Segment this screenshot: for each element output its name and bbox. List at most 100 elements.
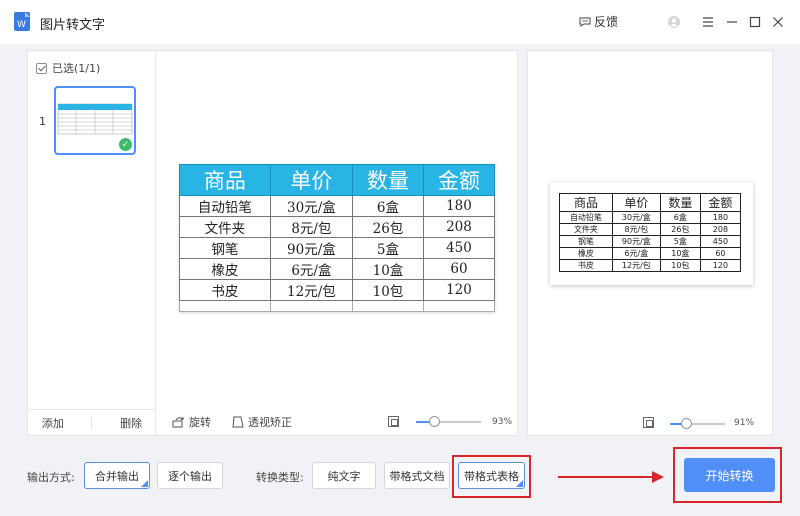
select-all-label: 已选(1/1) [52, 62, 101, 75]
plain-text-button[interactable]: 纯文字 [312, 462, 376, 489]
output-mode-label: 输出方式: [27, 471, 75, 484]
table-cell: 120 [422, 279, 496, 301]
minimize-icon[interactable] [724, 14, 740, 30]
result-table: 商品 单价 数量 金额 自动铅笔 30元/盒 6盒 180 文件夹 8元/包 26包 208 钢… [559, 193, 742, 272]
perspective-correct-button[interactable]: 透视矫正 [232, 414, 292, 430]
table-cell: 5盒 [659, 235, 701, 248]
separate-output-button[interactable]: 逐个输出 [157, 462, 223, 489]
menu-icon[interactable] [700, 14, 716, 30]
header-cell: 数量 [659, 193, 701, 212]
table-cell: 12元/包 [269, 279, 353, 301]
table-cell: 450 [422, 237, 496, 259]
fit-screen-icon[interactable] [388, 416, 399, 427]
zoom-slider[interactable] [416, 416, 481, 427]
table-cell: 橡皮 [559, 247, 613, 260]
table-cell: 6元/盒 [611, 247, 661, 260]
header-cell: 金额 [699, 193, 742, 212]
feedback-icon [579, 17, 591, 27]
thumbnail-list: 已选(1/1) 1 ✓ 添加 删除 [28, 51, 156, 435]
header-cell: 商品 [179, 164, 271, 196]
empty-cell [269, 300, 353, 312]
table-cell: 10盒 [659, 247, 701, 260]
close-icon[interactable] [770, 14, 786, 30]
table-row: 钢笔 90元/盒 5盒 450 [179, 237, 496, 259]
perspective-label: 透视矫正 [248, 416, 292, 429]
highlight-frame [452, 455, 531, 498]
table-cell: 26包 [659, 223, 701, 236]
perspective-icon [232, 416, 244, 428]
table-row: 文件夹 8元/包 26包 208 [559, 223, 742, 236]
header-cell: 单价 [611, 193, 661, 212]
source-image-table: 商品 单价 数量 金额 自动铅笔 30元/盒 6盒 180 文件夹 8元/包 26包 208 钢… [179, 164, 496, 312]
table-cell: 120 [699, 259, 742, 272]
feedback-button[interactable]: 反馈 [579, 13, 618, 30]
thumb-index: 1 [39, 115, 46, 128]
table-cell: 书皮 [559, 259, 613, 272]
table-row: 文件夹 8元/包 26包 208 [179, 216, 496, 238]
result-preview: 商品 单价 数量 金额 自动铅笔 30元/盒 6盒 180 文件夹 8元/包 26包 208 钢… [550, 182, 753, 285]
table-cell: 文件夹 [179, 216, 271, 238]
rotate-button[interactable]: 旋转 [172, 414, 211, 430]
table-cell: 书皮 [179, 279, 271, 301]
arrow-head [652, 471, 664, 483]
convert-type-label: 转换类型: [256, 471, 304, 484]
add-button[interactable]: 添加 [42, 415, 64, 431]
table-row: 书皮 12元/包 10包 120 [179, 279, 496, 301]
table-cell: 自动铅笔 [179, 195, 271, 217]
zoom-value: 93% [492, 417, 513, 427]
empty-cell [422, 300, 496, 312]
table-cell: 26包 [351, 216, 424, 238]
select-all-checkbox[interactable]: 已选(1/1) [36, 60, 100, 76]
thumb-actions: 添加 删除 [28, 409, 156, 435]
delete-button[interactable]: 删除 [120, 415, 142, 431]
table-cell: 8元/包 [269, 216, 353, 238]
table-cell: 6盒 [351, 195, 424, 217]
divider [91, 416, 93, 429]
table-header-row: 商品 单价 数量 金额 [179, 164, 496, 196]
table-row: 书皮 12元/包 10包 120 [559, 259, 742, 272]
empty-cell [351, 300, 424, 312]
start-convert-button[interactable]: 开始转换 [684, 458, 775, 492]
formatted-doc-button[interactable]: 带格式文档 [384, 462, 450, 489]
table-cell: 180 [699, 211, 742, 224]
table-cell: 钢笔 [179, 237, 271, 259]
table-cell: 10包 [659, 259, 701, 272]
rotate-label: 旋转 [189, 416, 211, 429]
table-cell: 450 [699, 235, 742, 248]
table-cell: 钢笔 [559, 235, 613, 248]
maximize-icon[interactable] [747, 14, 763, 30]
header-cell: 单价 [269, 164, 353, 196]
table-row: 橡皮 6元/盒 10盒 60 [179, 258, 496, 280]
fit-screen-icon[interactable] [643, 417, 654, 428]
thumbnail-item[interactable]: ✓ [54, 86, 136, 155]
table-cell: 30元/盒 [269, 195, 353, 217]
table-cell: 208 [422, 216, 496, 238]
arrow-line [558, 476, 654, 478]
selected-check-icon: ✓ [119, 138, 132, 151]
table-row: 橡皮 6元/盒 10盒 60 [559, 247, 742, 260]
app-logo-icon: W [14, 12, 30, 31]
merge-output-button[interactable]: 合并输出 [84, 462, 150, 489]
zoom-slider-knob[interactable] [429, 416, 440, 427]
preview-toolbar: 旋转 透视矫正 93% [156, 409, 517, 435]
table-cell: 5盒 [351, 237, 424, 259]
table-cell: 10盒 [351, 258, 424, 280]
table-cell: 208 [699, 223, 742, 236]
zoom-slider[interactable] [670, 418, 725, 429]
table-cell: 60 [422, 258, 496, 280]
zoom-slider-knob[interactable] [681, 418, 692, 429]
table-cell: 90元/盒 [611, 235, 661, 248]
empty-cell [179, 300, 271, 312]
user-avatar-icon[interactable] [666, 14, 682, 30]
table-cell: 8元/包 [611, 223, 661, 236]
table-row: 自动铅笔 30元/盒 6盒 180 [559, 211, 742, 224]
table-cell: 180 [422, 195, 496, 217]
table-cell: 6元/盒 [269, 258, 353, 280]
table-cell: 60 [699, 247, 742, 260]
source-panel: 已选(1/1) 1 ✓ 添加 删除 商品 单价 数量 金额 自动铅笔 30元/盒… [27, 50, 518, 436]
zoom-value: 91% [734, 418, 755, 428]
table-cell: 自动铅笔 [559, 211, 613, 224]
table-cell: 12元/包 [611, 259, 661, 272]
empty-table-row [179, 300, 496, 312]
table-cell: 10包 [351, 279, 424, 301]
